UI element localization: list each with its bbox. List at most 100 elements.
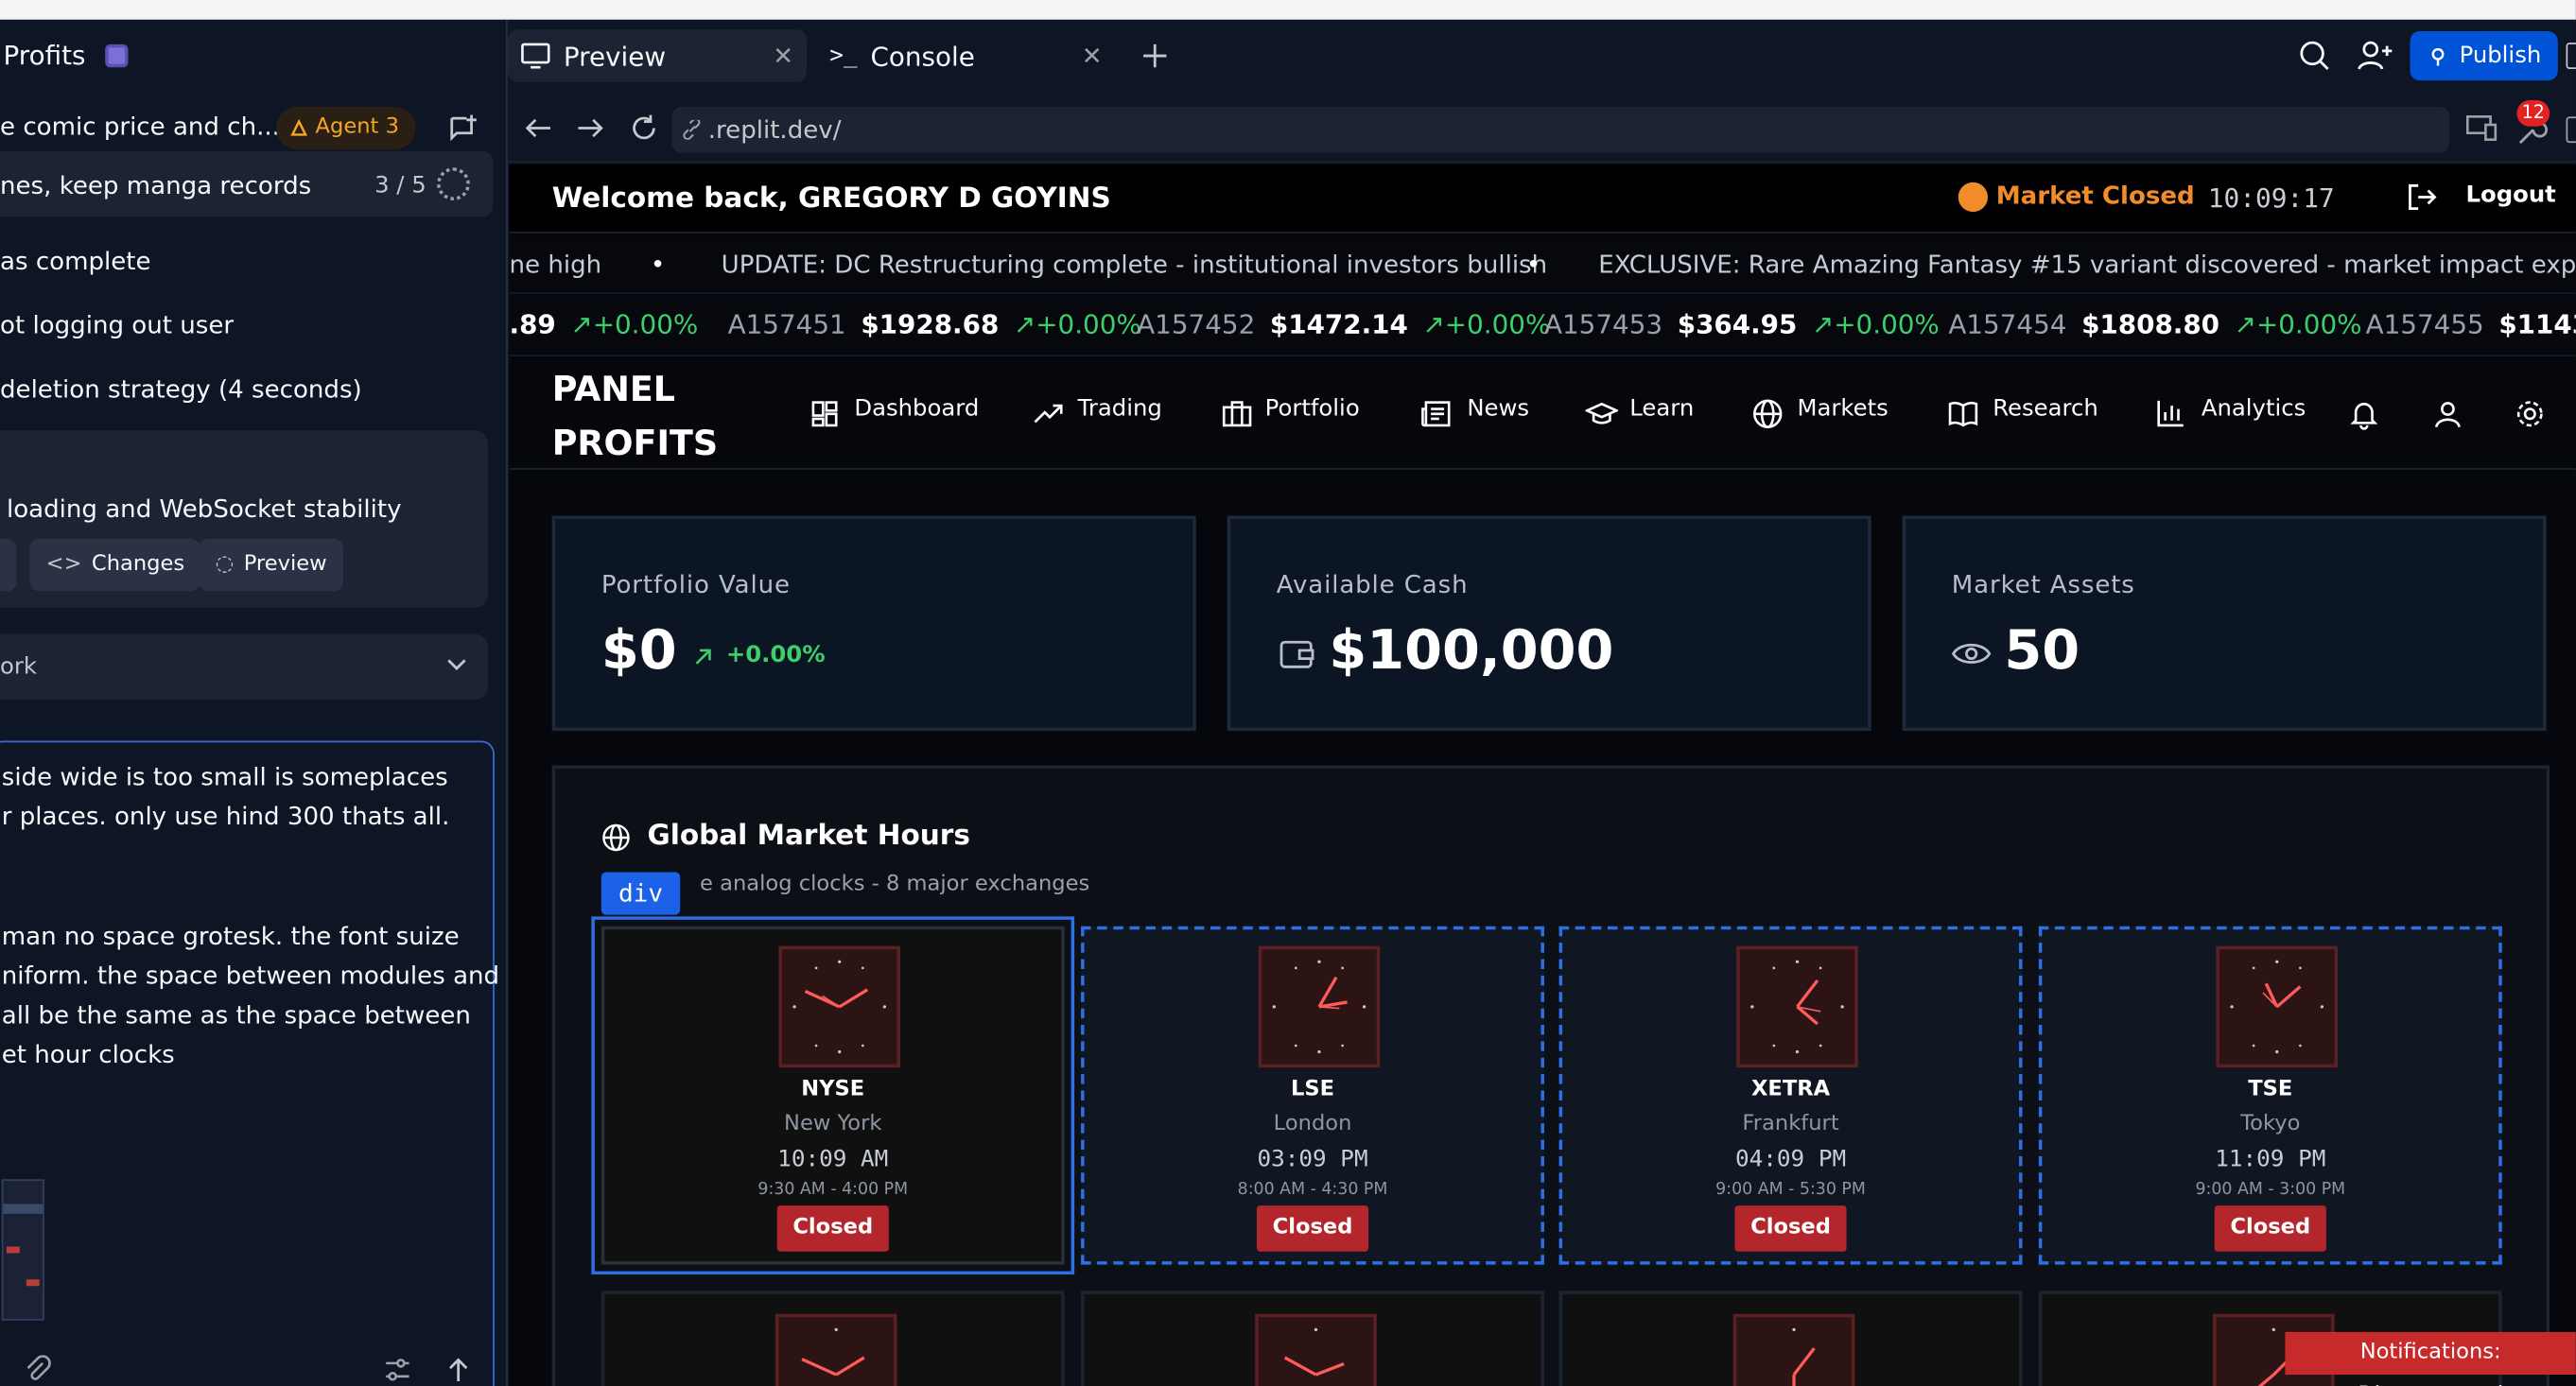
news-ticker: ne high • UPDATE: DC Restructuring compl… — [509, 234, 2576, 294]
ticker-item[interactable]: A157451 $1928.68 ↗+0.00% — [728, 309, 1141, 340]
terminal-icon: >_ — [829, 43, 858, 69]
ticker-item[interactable]: A157455 $1143.1 — [2366, 309, 2576, 340]
ticker-price: .89 — [509, 308, 556, 340]
logout-icon[interactable] — [2405, 181, 2438, 214]
bell-icon[interactable] — [2347, 397, 2380, 430]
market-status-dot — [1958, 182, 1989, 213]
panel-toggle-icon[interactable] — [2566, 43, 2576, 69]
news-separator: • — [1525, 250, 1541, 280]
nav-research[interactable]: Research — [1993, 396, 2098, 423]
exchange-city: London — [1273, 1112, 1352, 1137]
card-label: Portfolio Value — [600, 569, 791, 600]
window-top-strip — [0, 0, 2576, 20]
exchange-card-nyse[interactable]: NYSE New York 10:09 AM 9:30 AM - 4:00 PM… — [591, 916, 1075, 1275]
portfolio-value-card: Portfolio Value $0 +0.00% — [551, 515, 1196, 732]
user-icon[interactable] — [2431, 397, 2464, 430]
preview-label: Preview — [243, 551, 327, 577]
add-tab-icon[interactable] — [1137, 38, 1173, 74]
back-arrow-icon[interactable] — [521, 110, 557, 146]
tab-console[interactable]: >_ Console ✕ — [816, 29, 1115, 82]
publish-button[interactable]: Publish — [2410, 31, 2558, 81]
exchange-card[interactable] — [600, 1291, 1065, 1386]
task-progress-row[interactable]: nes, keep manga records 3 / 5 — [0, 150, 494, 217]
agent-panel: Profits e comic price and ch... Agent 3 … — [0, 19, 508, 1386]
gear-icon[interactable] — [2514, 397, 2547, 430]
invite-user-icon[interactable] — [2358, 38, 2393, 74]
news-item[interactable]: EXCLUSIVE: Rare Amazing Fantasy #15 vari… — [1598, 250, 2576, 279]
nav-news[interactable]: News — [1467, 396, 1529, 423]
new-chat-icon[interactable] — [447, 112, 480, 145]
ticker-item[interactable]: A157454 $1808.80 ↗+0.00% — [1948, 309, 2361, 340]
bar-chart-icon — [2157, 400, 2184, 427]
nav-dashboard[interactable]: Dashboard — [854, 396, 979, 423]
exchange-card[interactable] — [1558, 1291, 2023, 1386]
news-item[interactable]: ne high — [510, 250, 602, 279]
welcome-text: Welcome back, GREGORY D GOYINS — [551, 182, 1111, 216]
market-hours-title: Global Market Hours — [647, 819, 970, 853]
ticker-item[interactable]: .89 ↗+0.00% — [510, 309, 699, 340]
url-input[interactable]: .replit.dev/ — [671, 106, 2450, 153]
brand-logo[interactable]: PANEL PROFITS — [552, 363, 719, 472]
status-badge: Closed — [1256, 1205, 1369, 1252]
card-value: 50 — [2004, 617, 2080, 682]
settings-sliders-icon[interactable] — [383, 1355, 412, 1384]
chevron-down-icon — [447, 659, 466, 671]
notification-status-toast: Notifications: Disconnected — [2285, 1331, 2576, 1386]
attach-icon[interactable] — [23, 1355, 52, 1384]
work-collapsible[interactable]: ork — [0, 633, 488, 701]
agent-icon — [290, 118, 308, 136]
preview-url-bar: .replit.dev/ 12 — [507, 94, 2576, 163]
message-input[interactable]: side wide is too small is someplaces r p… — [0, 740, 499, 1386]
attached-screenshot[interactable] — [1, 1179, 44, 1321]
rollback-button[interactable] — [0, 538, 17, 592]
changes-button[interactable]: <> Changes — [29, 538, 201, 592]
forward-arrow-icon[interactable] — [572, 110, 608, 146]
exchange-card[interactable] — [1081, 1291, 1544, 1386]
tab-preview[interactable]: Preview ✕ — [507, 29, 807, 82]
card-change: +0.00% — [725, 642, 826, 669]
agent-badge[interactable]: Agent 3 — [275, 106, 416, 150]
exchange-card-lse[interactable]: LSE London 03:09 PM 8:00 AM - 4:30 PM Cl… — [1081, 926, 1544, 1265]
header-clock: 10:09:17 — [2207, 182, 2335, 214]
message-line: all be the same as the space between — [1, 999, 471, 1031]
market-hours-panel: Global Market Hours e analog clocks - 8 … — [551, 765, 2550, 1386]
card-value: $100,000 — [1329, 617, 1614, 682]
nav-markets[interactable]: Markets — [1797, 396, 1888, 423]
ticker-symbol: A157453 — [1543, 308, 1663, 340]
ticker-item[interactable]: A157452 $1472.14 ↗+0.00% — [1137, 309, 1550, 340]
eye-icon — [1951, 643, 1992, 664]
globe-icon — [1753, 399, 1783, 428]
status-badge: Closed — [2214, 1205, 2326, 1252]
chat-title[interactable]: e comic price and ch... — [0, 112, 280, 141]
link-icon — [683, 119, 701, 140]
preview-button[interactable]: ◌ Preview — [199, 538, 343, 592]
tab-label: Console — [870, 40, 975, 72]
refresh-icon[interactable] — [626, 110, 662, 146]
nav-portfolio[interactable]: Portfolio — [1265, 396, 1360, 423]
changes-label: Changes — [91, 551, 185, 577]
expand-icon[interactable] — [2566, 116, 2576, 144]
nav-trading[interactable]: Trading — [1078, 396, 1162, 423]
devices-icon[interactable] — [2464, 110, 2500, 146]
nav-learn[interactable]: Learn — [1629, 396, 1694, 423]
ticker-symbol: A157451 — [727, 308, 846, 340]
send-icon[interactable] — [444, 1355, 473, 1384]
logout-button[interactable]: Logout — [2466, 182, 2556, 209]
main-nav: PANEL PROFITS Dashboard Trading Portfoli… — [509, 357, 2576, 472]
checkpoint-text: loading and WebSocket stability — [6, 494, 402, 525]
search-icon[interactable] — [2297, 38, 2333, 74]
agent-badge-label: Agent 3 — [315, 114, 399, 140]
card-label: Available Cash — [1276, 569, 1469, 600]
exchange-hours: 9:00 AM - 3:00 PM — [2195, 1181, 2346, 1200]
exchange-card-tse[interactable]: TSE Tokyo 11:09 PM 9:00 AM - 3:00 PM Clo… — [2038, 926, 2502, 1265]
news-item[interactable]: UPDATE: DC Restructuring complete - inst… — [722, 250, 1548, 279]
card-label: Market Assets — [1951, 569, 2135, 600]
close-icon[interactable]: ✕ — [773, 41, 793, 70]
newspaper-icon — [1421, 401, 1451, 427]
ticker-change: ↗+0.00% — [2234, 308, 2362, 340]
wallet-icon — [1279, 640, 1314, 668]
ticker-item[interactable]: A157453 $364.95 ↗+0.00% — [1544, 309, 1940, 340]
close-icon[interactable]: ✕ — [1082, 41, 1103, 70]
nav-analytics[interactable]: Analytics — [2202, 396, 2306, 423]
exchange-card-xetra[interactable]: XETRA Frankfurt 04:09 PM 9:00 AM - 5:30 … — [1558, 926, 2023, 1265]
